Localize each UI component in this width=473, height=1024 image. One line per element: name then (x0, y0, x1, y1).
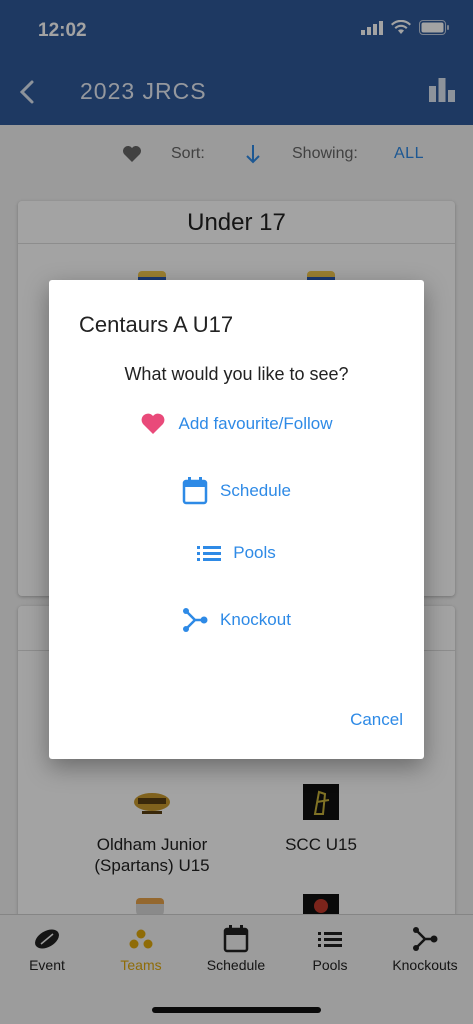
list-icon (197, 546, 222, 561)
dialog-title: Centaurs A U17 (79, 312, 234, 337)
option-label: Pools (233, 543, 276, 562)
option-label: Add favourite/Follow (178, 413, 333, 433)
bracket-icon (183, 608, 208, 632)
knockout-button[interactable]: Knockout (49, 608, 424, 632)
dialog-question: What would you like to see? (124, 364, 349, 384)
team-options-dialog: Centaurs A U17 What would you like to se… (49, 280, 424, 759)
add-favourite-button[interactable]: Add favourite/Follow (49, 412, 424, 435)
option-label: Schedule (220, 481, 291, 500)
heart-icon (142, 413, 165, 434)
pools-button[interactable]: Pools (49, 543, 424, 563)
cancel-button[interactable]: Cancel (350, 710, 403, 730)
schedule-button[interactable]: Schedule (49, 477, 424, 505)
option-label: Knockout (220, 610, 291, 629)
calendar-icon (182, 477, 208, 505)
